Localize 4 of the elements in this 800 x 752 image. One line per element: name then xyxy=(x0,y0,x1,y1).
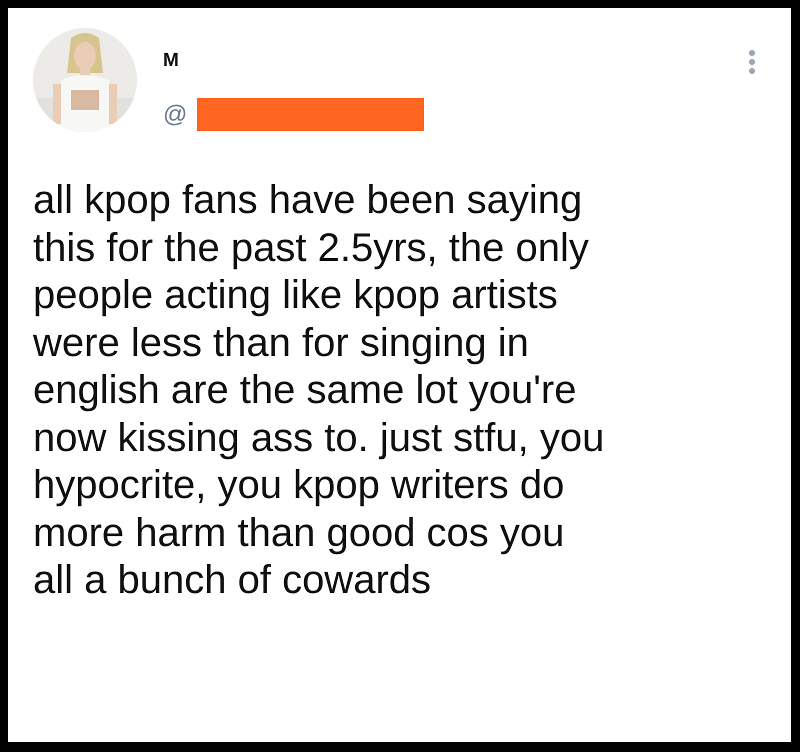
more-options-icon[interactable] xyxy=(748,50,756,74)
author-name: M xyxy=(163,50,180,72)
author-handle: @ xyxy=(163,100,188,128)
tweet-text: all kpop fans have been saying this for the past 2.5yrs, the only people acting like kpop artists were less than for singing in english are the same lot you're now kissing ass to. just stfu, you hypocrite, you kpop writers do more harm than good cos you all a bunch of cowards xyxy=(33,177,606,604)
